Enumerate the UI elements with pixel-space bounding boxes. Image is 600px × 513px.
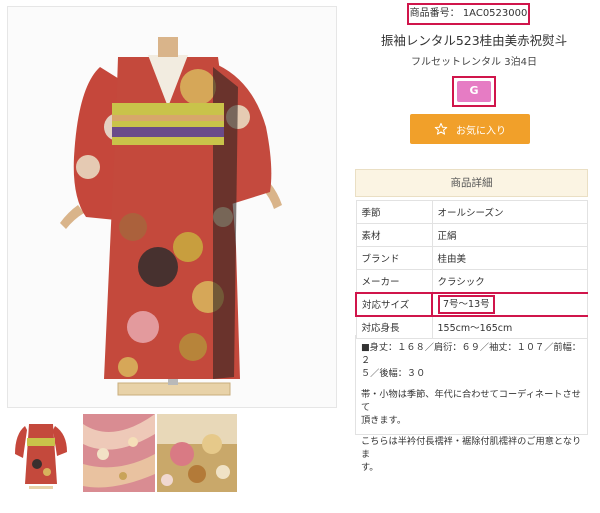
- details-table: 季節 オールシーズン 素材 正絹 ブランド 桂由美 メーカー クラシック 対応サ…: [355, 200, 588, 339]
- main-product-image[interactable]: [7, 6, 337, 408]
- size-badge: G: [457, 81, 491, 102]
- details-value: オールシーズン: [431, 200, 588, 224]
- measurements-line-2: ５／後幅：３０: [361, 368, 426, 379]
- product-title: 振袖レンタル523桂由美赤祝熨斗: [380, 33, 568, 48]
- coordination-note-line-1: 帯・小物は季節、年代に合わせてコーディネートさせて: [361, 389, 581, 413]
- favorite-button[interactable]: お気に入り: [410, 114, 530, 144]
- details-key: ブランド: [355, 246, 433, 270]
- thumbnail-detail-floral[interactable]: [157, 414, 237, 492]
- details-key: 対応サイズ: [355, 291, 433, 317]
- star-outline-icon: [434, 122, 448, 136]
- details-row-material: 素材 正絹: [355, 223, 588, 247]
- details-row-season: 季節 オールシーズン: [355, 200, 588, 224]
- details-row-brand: ブランド 桂由美: [355, 246, 588, 270]
- details-key: 素材: [355, 223, 433, 247]
- details-key: 季節: [355, 200, 433, 224]
- coordination-note: 帯・小物は季節、年代に合わせてコーディネートさせて 頂きます。: [361, 388, 582, 427]
- details-row-size: 対応サイズ 7号～13号: [355, 291, 588, 317]
- details-notes: ■身丈：１６８／肩衍：６９／袖丈：１０７／前幅：２ ５／後幅：３０ 帯・小物は季…: [355, 335, 588, 473]
- measurements-line-1: ■身丈：１６８／肩衍：６９／袖丈：１０７／前幅：２: [361, 342, 581, 366]
- measurements-text: ■身丈：１６８／肩衍：６９／袖丈：１０７／前幅：２ ５／後幅：３０: [361, 341, 582, 380]
- thumbnail-full-view[interactable]: [7, 414, 75, 492]
- details-value: 7号～13号: [431, 291, 588, 317]
- details-header: 商品詳細: [355, 169, 588, 197]
- size-range-value: 7号～13号: [438, 294, 495, 314]
- details-value: 桂由美: [431, 246, 588, 270]
- thumbnail-detail-pink[interactable]: [83, 414, 155, 492]
- details-value: 正絹: [431, 223, 588, 247]
- product-code-value: 1AC0523000: [462, 8, 528, 19]
- rental-plan-text: フルセットレンタル 3泊4日: [411, 57, 537, 68]
- undergarment-note: こちらは半衿付長襦袢・裾除付肌襦袢のご用意となりま す。: [361, 435, 582, 474]
- undergarment-note-line-2: す。: [361, 462, 379, 473]
- favorite-button-label: お気に入り: [456, 125, 506, 137]
- details-value: クラシック: [431, 269, 588, 293]
- coordination-note-line-2: 頂きます。: [361, 415, 407, 426]
- details-row-maker: メーカー クラシック: [355, 269, 588, 293]
- product-code: 商品番号： 1AC0523000: [407, 3, 530, 25]
- undergarment-note-line-1: こちらは半衿付長襦袢・裾除付肌襦袢のご用意となりま: [361, 436, 582, 460]
- details-key: メーカー: [355, 269, 433, 293]
- product-code-label: 商品番号：: [409, 8, 460, 19]
- kimono-illustration: [60, 37, 282, 396]
- size-badge-highlight: G: [452, 76, 496, 107]
